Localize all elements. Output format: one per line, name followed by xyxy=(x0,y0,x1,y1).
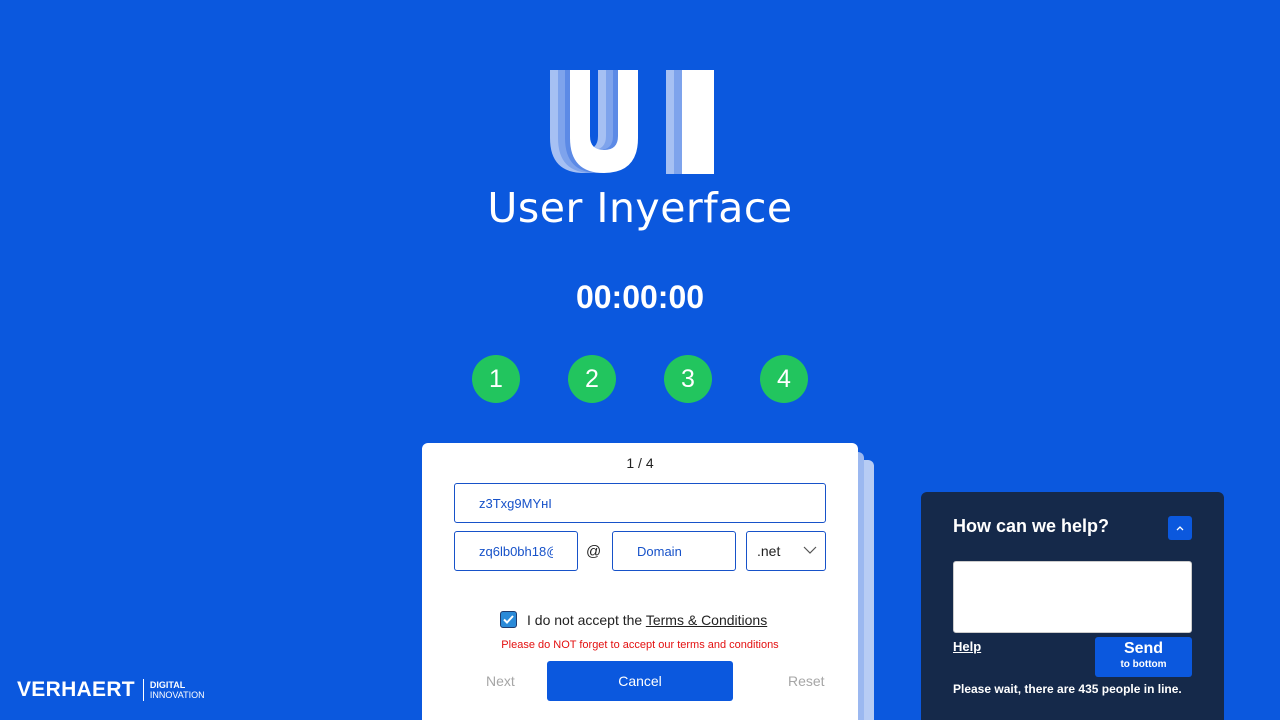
step-indicators: 1 2 3 4 xyxy=(472,355,808,403)
brand-tagline-1: DIGITAL xyxy=(149,680,186,690)
reset-button[interactable]: Reset xyxy=(788,673,825,689)
timer: 00:00:00 xyxy=(575,279,705,315)
at-symbol: @ xyxy=(586,543,602,560)
page-indicator: 1 / 4 xyxy=(626,455,654,471)
send-sublabel: to bottom xyxy=(1120,659,1167,670)
password-input[interactable] xyxy=(454,483,826,523)
help-message-textarea[interactable] xyxy=(953,561,1192,633)
login-card: 1 / 4 @ .net I do not accept the Terms &… xyxy=(422,443,858,720)
step-1: 1 xyxy=(472,355,520,403)
tld-dropdown[interactable]: .net xyxy=(746,531,826,571)
terms-row: I do not accept the Terms & Conditions xyxy=(500,611,767,628)
domain-input[interactable] xyxy=(612,531,736,571)
chevron-up-icon xyxy=(1176,526,1184,531)
email-input[interactable] xyxy=(454,531,578,571)
brand-tagline-2: INNOVATION xyxy=(149,690,205,700)
tld-selected: .net xyxy=(757,543,781,559)
terms-error: Please do NOT forget to accept our terms… xyxy=(501,639,779,651)
chevron-down-icon xyxy=(803,546,817,554)
ui-logo xyxy=(550,70,714,174)
cancel-button[interactable]: Cancel xyxy=(547,661,733,701)
brand-divider xyxy=(142,679,144,701)
help-title: How can we help? xyxy=(953,516,1110,536)
brand-logo: VERHAERT DIGITAL INNOVATION xyxy=(17,678,205,702)
step-2: 2 xyxy=(568,355,616,403)
step-4: 4 xyxy=(760,355,808,403)
next-button[interactable]: Next xyxy=(486,673,515,689)
terms-checkbox[interactable] xyxy=(500,611,517,628)
terms-text: I do not accept the Terms & Conditions xyxy=(527,612,767,628)
app-title: User Inyerface xyxy=(487,184,793,232)
brand-tagline: DIGITAL INNOVATION xyxy=(150,680,205,700)
send-label: Send xyxy=(1123,640,1164,657)
step-3: 3 xyxy=(664,355,712,403)
check-icon xyxy=(503,615,514,624)
help-collapse-button[interactable] xyxy=(1168,516,1192,540)
help-link[interactable]: Help xyxy=(953,639,981,654)
brand-name: VERHAERT xyxy=(17,678,135,701)
help-widget: How can we help? Help Send to bottom Ple… xyxy=(921,492,1224,720)
send-button[interactable]: Send to bottom xyxy=(1095,637,1192,677)
terms-link[interactable]: Terms & Conditions xyxy=(646,612,767,628)
terms-prefix: I do not accept the xyxy=(527,611,646,628)
queue-status: Please wait, there are 435 people in lin… xyxy=(953,682,1182,696)
